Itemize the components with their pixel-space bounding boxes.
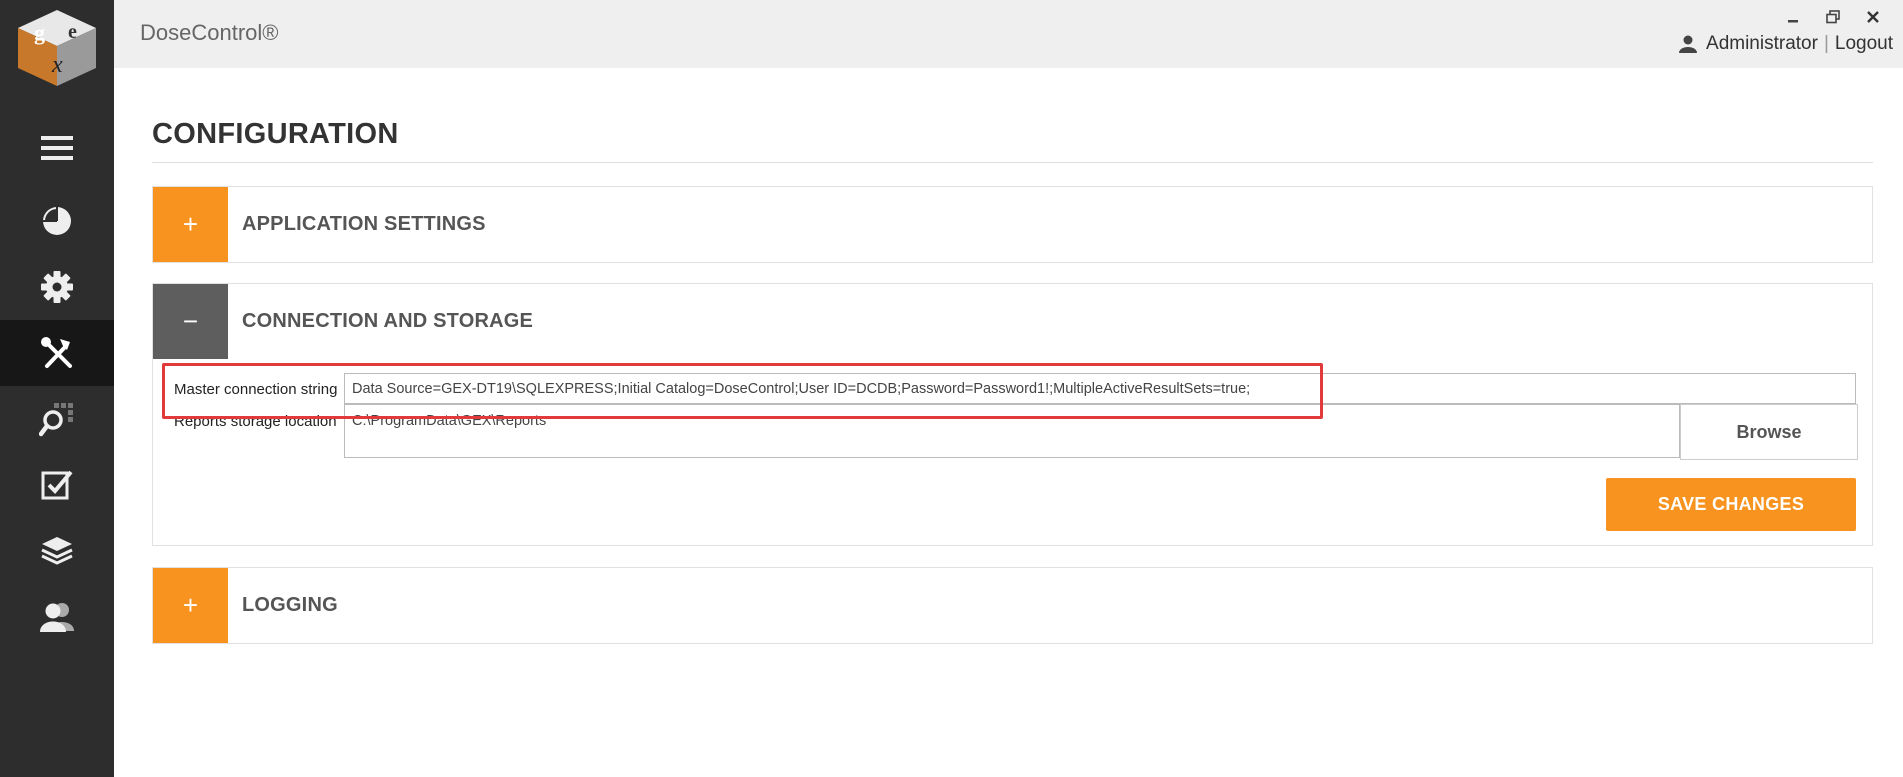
user-separator: | [1823,33,1829,54]
restore-button[interactable] [1813,6,1853,28]
tools-icon [41,337,72,368]
users-icon [40,603,74,632]
sidebar-item-layers[interactable] [0,518,114,584]
restore-icon [1826,10,1840,24]
close-icon [1867,11,1879,23]
layers-icon [41,537,73,565]
application-settings-title[interactable]: APPLICATION SETTINGS [242,213,486,236]
user-area: Administrator | Logout [1678,33,1893,55]
expand-application-settings-button[interactable]: + [153,187,228,262]
application-settings-header[interactable]: + APPLICATION SETTINGS [153,187,1872,262]
main-content: CONFIGURATION + APPLICATION SETTINGS − C… [114,68,1903,777]
user-icon [1679,35,1698,53]
master-connection-label: Master connection string [174,381,338,398]
svg-text:e: e [68,21,77,43]
logout-link[interactable]: Logout [1835,33,1893,55]
connection-storage-panel: − CONNECTION AND STORAGE Master connecti… [152,283,1873,546]
username[interactable]: Administrator [1706,33,1818,55]
close-button[interactable] [1853,6,1893,28]
page-title: CONFIGURATION [152,118,399,150]
sidebar-item-search[interactable] [0,386,114,452]
application-settings-panel: + APPLICATION SETTINGS [152,186,1873,263]
expand-logging-button[interactable]: + [153,568,228,643]
sidebar-item-tasks[interactable] [0,452,114,518]
reports-storage-label: Reports storage location [174,413,337,430]
title-divider [152,162,1873,163]
connection-storage-title[interactable]: CONNECTION AND STORAGE [242,310,533,333]
master-connection-input[interactable] [344,373,1856,404]
checkbox-icon [41,470,73,500]
search-grid-icon [39,403,73,437]
logging-title[interactable]: LOGGING [242,594,338,617]
pie-chart-icon [43,207,71,235]
save-changes-button[interactable]: SAVE CHANGES [1606,478,1856,531]
logging-panel: + LOGGING [152,567,1873,644]
top-bar: DoseControl® Administrator | Logout [114,0,1903,68]
minimize-icon [1788,20,1798,23]
svg-text:g: g [34,20,45,45]
sidebar-item-menu[interactable] [0,115,114,181]
sidebar: g e x [0,0,114,777]
connection-storage-header[interactable]: − CONNECTION AND STORAGE [153,284,1872,359]
sidebar-item-dashboard[interactable] [0,188,114,254]
browse-button[interactable]: Browse [1680,404,1858,460]
sidebar-item-users[interactable] [0,584,114,650]
app-title: DoseControl® [140,20,279,45]
hamburger-icon [41,136,73,160]
minimize-button[interactable] [1773,6,1813,28]
window-controls [1773,6,1893,28]
sidebar-item-settings[interactable] [0,254,114,320]
collapse-connection-storage-button[interactable]: − [153,284,228,359]
logging-header[interactable]: + LOGGING [153,568,1872,643]
sidebar-item-configuration[interactable] [0,320,114,386]
gex-logo: g e x [14,8,100,88]
svg-text:x: x [51,52,63,78]
reports-storage-input[interactable] [344,404,1680,458]
gear-icon [41,271,73,303]
